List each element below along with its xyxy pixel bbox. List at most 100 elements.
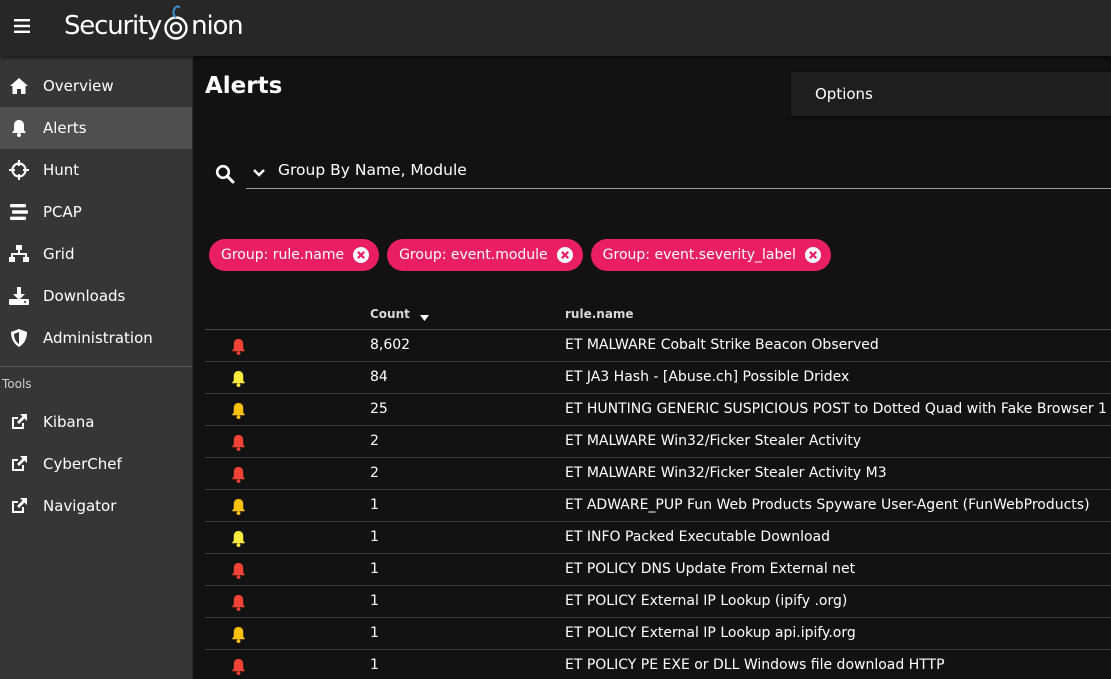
bell-icon[interactable] <box>230 466 247 483</box>
onion-logo-mark <box>161 4 191 48</box>
search-icon[interactable] <box>215 164 235 184</box>
sidebar-item-label: Downloads <box>43 287 126 305</box>
row-count: 1 <box>370 561 379 577</box>
options-label: Options <box>815 85 873 103</box>
stream-icon <box>9 202 29 222</box>
bell-icon <box>9 118 29 138</box>
row-count: 2 <box>370 433 379 449</box>
row-rule-name[interactable]: ET POLICY DNS Update From External net <box>565 561 855 577</box>
alerts-table: Count rule.name 8,602 ET MALWARE Cobalt S… <box>205 298 1111 679</box>
bell-icon[interactable] <box>230 338 247 355</box>
chip-label: Group: event.severity_label <box>602 247 796 263</box>
bell-icon[interactable] <box>230 498 247 515</box>
sidebar-item-label: Overview <box>43 77 114 95</box>
sidebar-item-downloads[interactable]: Downloads <box>0 275 192 317</box>
external-link-icon <box>9 412 29 432</box>
external-link-icon <box>9 454 29 474</box>
table-body: 8,602 ET MALWARE Cobalt Strike Beacon Obs… <box>205 330 1111 679</box>
hamburger-icon <box>14 19 30 33</box>
row-count: 1 <box>370 625 379 641</box>
bell-icon[interactable] <box>230 626 247 643</box>
bell-icon[interactable] <box>230 562 247 579</box>
close-circle-icon[interactable] <box>556 246 574 264</box>
bell-icon[interactable] <box>230 402 247 419</box>
row-rule-name[interactable]: ET JA3 Hash - [Abuse.ch] Possible Dridex <box>565 369 849 385</box>
chevron-down-icon[interactable] <box>252 166 266 180</box>
row-rule-name[interactable]: ET MALWARE Cobalt Strike Beacon Observed <box>565 337 879 353</box>
chip-label: Group: rule.name <box>221 247 345 263</box>
sidebar-item-pcap[interactable]: PCAP <box>0 191 192 233</box>
sidebar-item-overview[interactable]: Overview <box>0 65 192 107</box>
top-app-bar: Security nion <box>0 0 1111 56</box>
row-count: 25 <box>370 401 388 417</box>
home-icon <box>9 76 29 96</box>
sidebar-item-grid[interactable]: Grid <box>0 233 192 275</box>
sidebar-item-label: Hunt <box>43 161 80 179</box>
bell-icon[interactable] <box>230 370 247 387</box>
logo-text-right: nion <box>191 11 244 41</box>
menu-button[interactable] <box>8 12 36 40</box>
sidebar: Overview Alerts Hunt PCAP Grid Downloads <box>0 56 193 679</box>
row-rule-name[interactable]: ET HUNTING GENERIC SUSPICIOUS POST to Do… <box>565 401 1107 417</box>
row-count: 8,602 <box>370 337 411 353</box>
chip-group-event-severity-label[interactable]: Group: event.severity_label <box>590 239 831 271</box>
bell-icon[interactable] <box>230 594 247 611</box>
sidebar-item-label: Kibana <box>43 413 95 431</box>
row-rule-name[interactable]: ET MALWARE Win32/Ficker Stealer Activity <box>565 433 861 449</box>
row-count: 2 <box>370 465 379 481</box>
sidebar-item-label: Navigator <box>43 497 117 515</box>
sidebar-item-administration[interactable]: Administration <box>0 317 192 359</box>
sidebar-item-label: Alerts <box>43 119 87 137</box>
table-row[interactable]: 1 ET POLICY External IP Lookup (ipify .or… <box>205 586 1111 618</box>
options-panel-toggle[interactable]: Options <box>791 72 1111 116</box>
table-row[interactable]: 1 ET ADWARE_PUP Fun Web Products Spyware … <box>205 490 1111 522</box>
main-content: Alerts Options Group By Name, Module Gro… <box>193 56 1111 679</box>
page-title: Alerts <box>205 73 283 99</box>
group-by-chips: Group: rule.name Group: event.module Gro… <box>209 239 831 271</box>
crosshairs-icon <box>9 160 29 180</box>
close-circle-icon[interactable] <box>804 246 822 264</box>
table-row[interactable]: 84 ET JA3 Hash - [Abuse.ch] Possible Drid… <box>205 362 1111 394</box>
external-link-icon <box>9 496 29 516</box>
chip-group-event-module[interactable]: Group: event.module <box>387 239 583 271</box>
query-text: Group By Name, Module <box>278 161 467 179</box>
tools-section-label: Tools <box>2 377 32 391</box>
sidebar-item-kibana[interactable]: Kibana <box>0 401 192 443</box>
table-row[interactable]: 1 ET POLICY DNS Update From External net <box>205 554 1111 586</box>
table-row[interactable]: 2 ET MALWARE Win32/Ficker Stealer Activit… <box>205 458 1111 490</box>
table-row[interactable]: 25 ET HUNTING GENERIC SUSPICIOUS POST to … <box>205 394 1111 426</box>
column-header-count[interactable]: Count <box>370 307 430 322</box>
query-input[interactable]: Group By Name, Module <box>246 154 1111 189</box>
table-row[interactable]: 1 ET INFO Packed Executable Download <box>205 522 1111 554</box>
row-rule-name[interactable]: ET MALWARE Win32/Ficker Stealer Activity… <box>565 465 887 481</box>
logo-text-left: Security <box>64 11 162 41</box>
bell-icon[interactable] <box>230 434 247 451</box>
security-onion-logo[interactable]: Security nion <box>64 4 244 48</box>
row-count: 84 <box>370 369 388 385</box>
table-row[interactable]: 1 ET POLICY External IP Lookup api.ipify.… <box>205 618 1111 650</box>
bell-icon[interactable] <box>230 658 247 675</box>
column-header-rule-name[interactable]: rule.name <box>565 307 634 321</box>
row-rule-name[interactable]: ET INFO Packed Executable Download <box>565 529 830 545</box>
row-rule-name[interactable]: ET POLICY PE EXE or DLL Windows file dow… <box>565 657 945 673</box>
row-count: 1 <box>370 529 379 545</box>
bell-icon[interactable] <box>230 530 247 547</box>
sidebar-item-cyberchef[interactable]: CyberChef <box>0 443 192 485</box>
table-row[interactable]: 8,602 ET MALWARE Cobalt Strike Beacon Obs… <box>205 330 1111 362</box>
chip-label: Group: event.module <box>399 247 548 263</box>
sidebar-item-hunt[interactable]: Hunt <box>0 149 192 191</box>
row-rule-name[interactable]: ET POLICY External IP Lookup (ipify .org… <box>565 593 847 609</box>
download-icon <box>9 286 29 306</box>
sidebar-item-navigator[interactable]: Navigator <box>0 485 192 527</box>
sidebar-item-label: CyberChef <box>43 455 122 473</box>
sidebar-item-label: Administration <box>43 329 153 347</box>
close-circle-icon[interactable] <box>352 246 370 264</box>
table-row[interactable]: 1 ET POLICY PE EXE or DLL Windows file do… <box>205 650 1111 679</box>
sidebar-item-alerts[interactable]: Alerts <box>0 107 192 149</box>
row-rule-name[interactable]: ET ADWARE_PUP Fun Web Products Spyware U… <box>565 497 1090 513</box>
row-rule-name[interactable]: ET POLICY External IP Lookup api.ipify.o… <box>565 625 856 641</box>
table-header: Count rule.name <box>205 298 1111 330</box>
chip-group-rule-name[interactable]: Group: rule.name <box>209 239 380 271</box>
table-row[interactable]: 2 ET MALWARE Win32/Ficker Stealer Activit… <box>205 426 1111 458</box>
network-icon <box>9 244 29 264</box>
